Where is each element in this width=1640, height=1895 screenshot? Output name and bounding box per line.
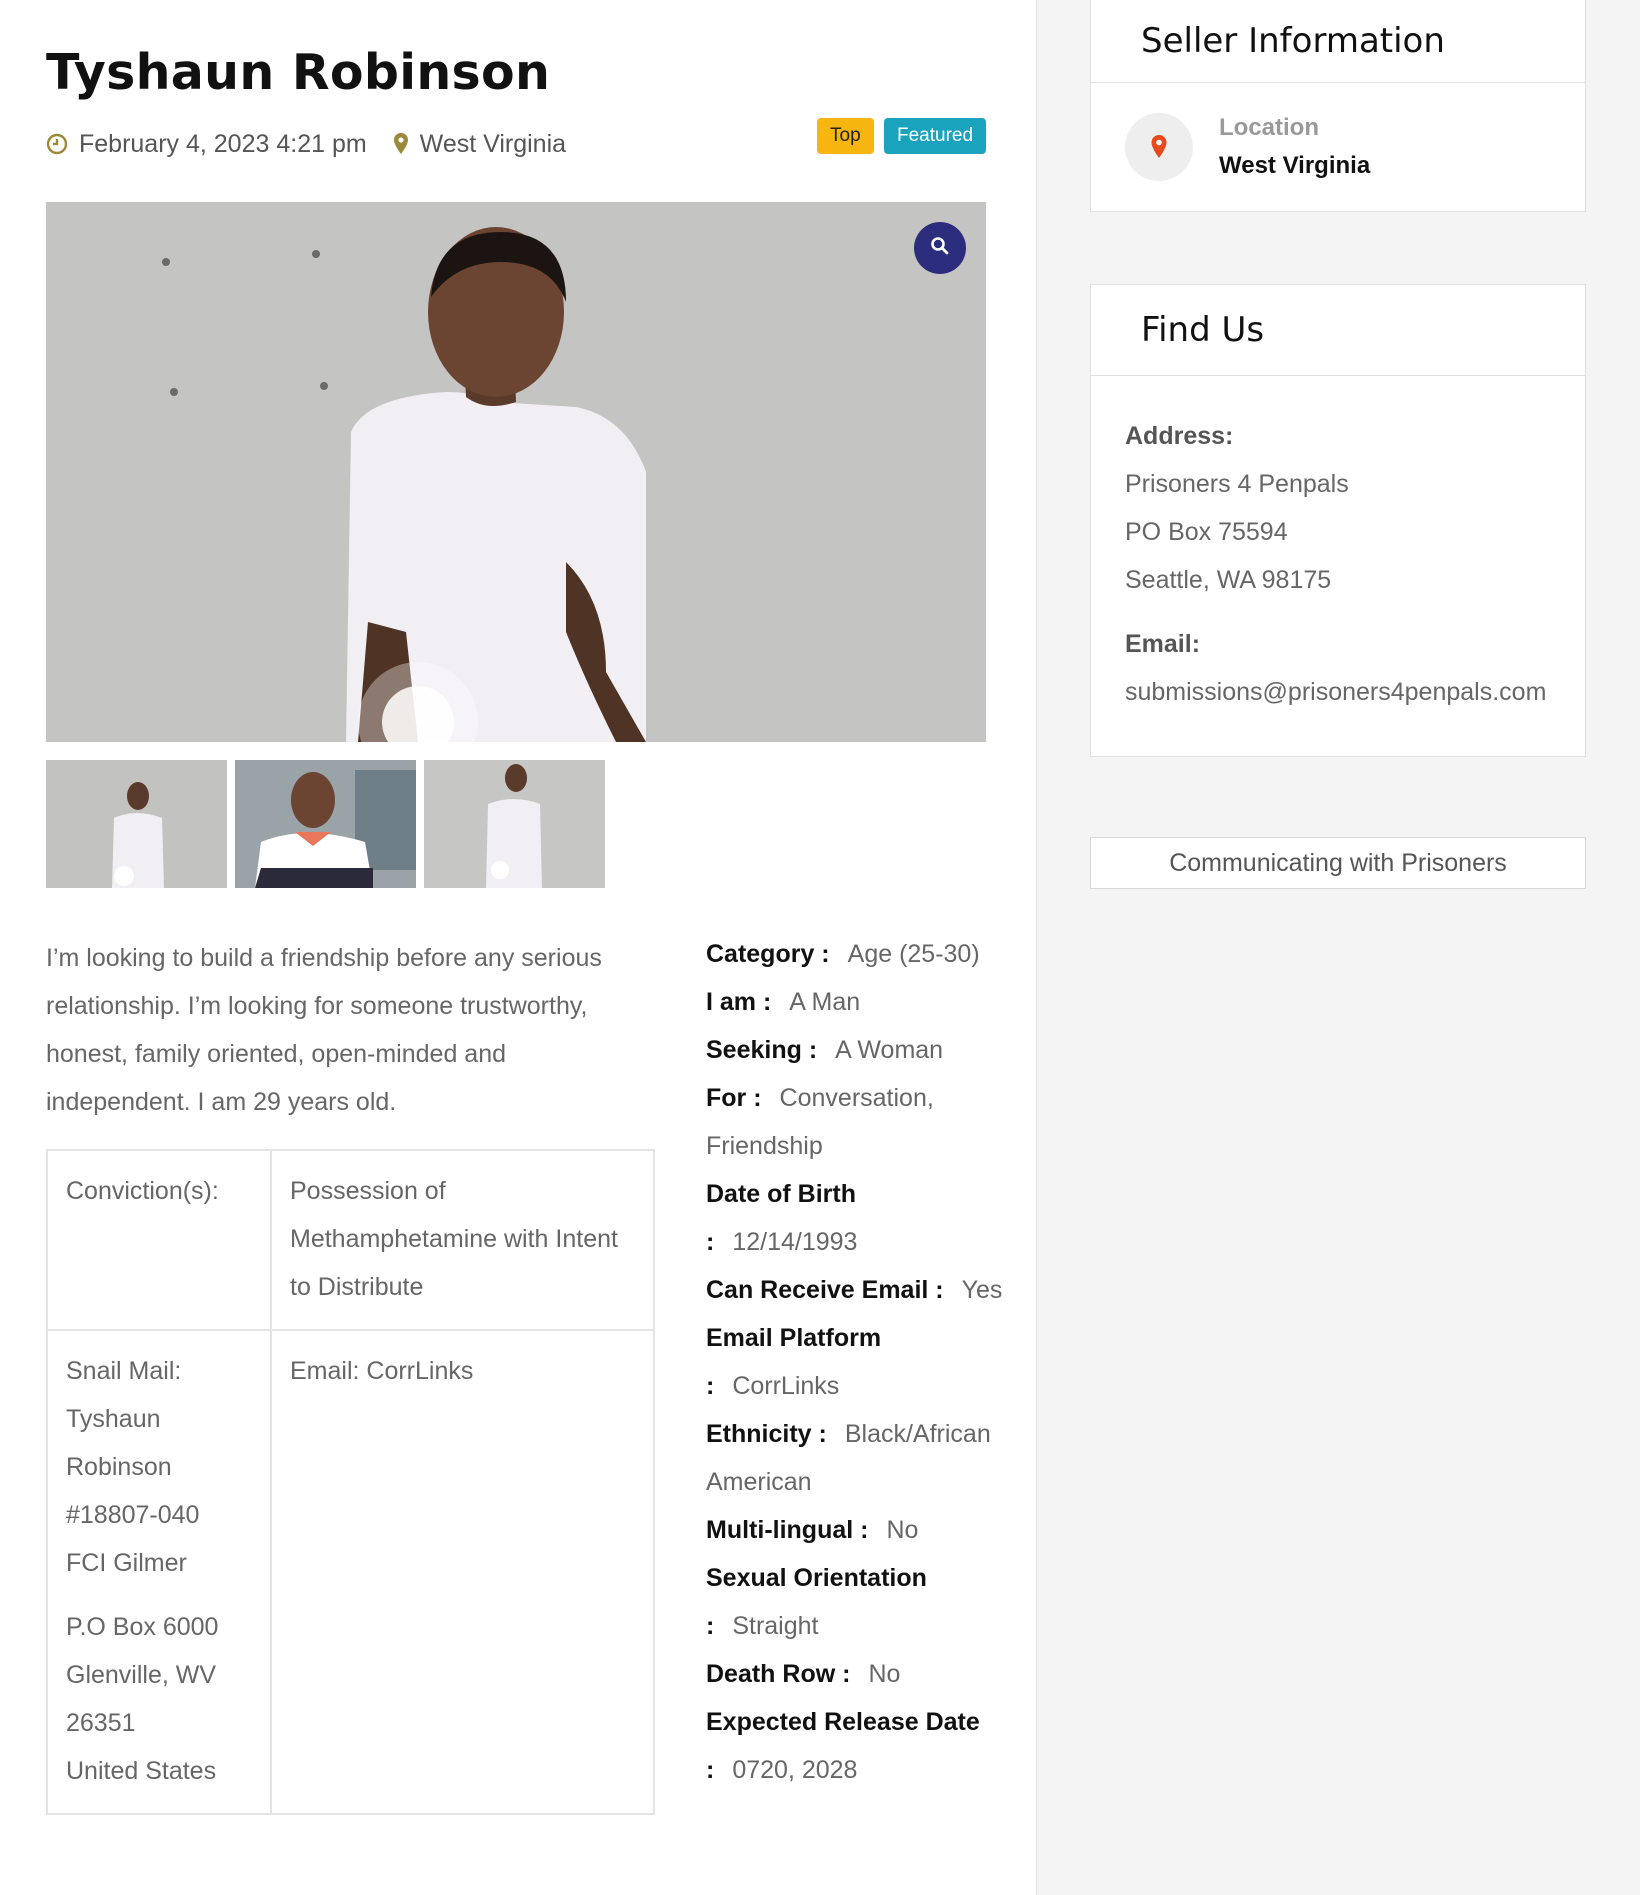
attribute-multilingual: Multi-lingual : No bbox=[706, 1506, 1006, 1554]
email-cell: Email: CorrLinks bbox=[270, 1329, 655, 1815]
snail-address: P.O Box 6000 Glenville, WV 26351 United … bbox=[66, 1603, 252, 1795]
attribute-label: For : bbox=[706, 1084, 762, 1112]
attribute-dob: Date of Birth :12/14/1993 bbox=[706, 1170, 1006, 1266]
post-date: February 4, 2023 4:21 pm bbox=[46, 130, 367, 159]
attribute-i-am: I am : A Man bbox=[706, 978, 1006, 1026]
attribute-label: Death Row : bbox=[706, 1660, 851, 1688]
attribute-category: Category : Age (25-30) bbox=[706, 930, 1006, 978]
attribute-value[interactable]: Age (25-30) bbox=[840, 940, 980, 968]
page-title: Tyshaun Robinson bbox=[46, 44, 551, 101]
seller-info-title: Seller Information bbox=[1091, 0, 1585, 83]
location-label: Location bbox=[1219, 114, 1319, 141]
seller-location: Location West Virginia bbox=[1091, 83, 1585, 211]
snail-address-line: P.O Box 6000 bbox=[66, 1613, 219, 1641]
badge-top[interactable]: Top bbox=[817, 118, 874, 154]
attribute-value: Straight bbox=[732, 1612, 819, 1640]
snail-mail-label: Snail Mail: bbox=[66, 1357, 182, 1385]
attribute-orientation: Sexual Orientation : Straight bbox=[706, 1554, 1006, 1650]
clock-icon bbox=[46, 133, 68, 155]
find-us-title: Find Us bbox=[1091, 285, 1585, 376]
post-location[interactable]: West Virginia bbox=[393, 130, 566, 159]
attribute-seeking: Seeking : A Woman bbox=[706, 1026, 1006, 1074]
badge-featured[interactable]: Featured bbox=[884, 118, 987, 154]
attribute-value: CorrLinks bbox=[732, 1372, 840, 1400]
snail-mail-cell: Snail Mail: Tyshaun Robinson #18807-040 … bbox=[46, 1329, 272, 1815]
attribute-value: A Woman bbox=[835, 1036, 944, 1064]
address-label: Address: bbox=[1125, 422, 1234, 450]
seller-info-card: Seller Information Location West Virgini… bbox=[1090, 0, 1586, 212]
find-us-body: Address: Prisoners 4 Penpals PO Box 7559… bbox=[1091, 376, 1585, 756]
attribute-value: No bbox=[868, 1660, 901, 1688]
listing-meta: February 4, 2023 4:21 pm West Virginia bbox=[46, 126, 592, 162]
email-link[interactable]: submissions@prisoners4penpals.com bbox=[1125, 668, 1551, 716]
conviction-label: Conviction(s): bbox=[46, 1149, 272, 1331]
attribute-value: 0720, 2028 bbox=[732, 1756, 858, 1784]
attribute-email-platform: Email Platform : CorrLinks bbox=[706, 1314, 1006, 1410]
conviction-value: Possession of Methamphetamine with Inten… bbox=[270, 1149, 655, 1331]
address-line: Seattle, WA 98175 bbox=[1125, 566, 1332, 594]
attribute-receive-email: Can Receive Email : Yes bbox=[706, 1266, 1006, 1314]
thumbnail-strip bbox=[46, 760, 613, 888]
attribute-value: Yes bbox=[961, 1276, 1003, 1304]
address-line: Prisoners 4 Penpals bbox=[1125, 470, 1349, 498]
snail-address-line: Glenville, WV bbox=[66, 1661, 217, 1689]
attribute-value: A Man bbox=[789, 988, 861, 1016]
location-pin-icon bbox=[1125, 113, 1193, 181]
post-location-text: West Virginia bbox=[419, 129, 567, 158]
location-value: West Virginia bbox=[1219, 152, 1371, 179]
snail-address-line: United States bbox=[66, 1757, 217, 1785]
snail-line: Tyshaun bbox=[66, 1405, 161, 1433]
search-icon bbox=[930, 236, 950, 261]
attribute-for: For : Conversation, Friendship bbox=[706, 1074, 1006, 1170]
snail-line: #18807-040 bbox=[66, 1501, 200, 1529]
find-us-card: Find Us Address: Prisoners 4 Penpals PO … bbox=[1090, 284, 1586, 757]
snail-address-line: 26351 bbox=[66, 1709, 136, 1737]
attribute-label: Multi-lingual : bbox=[706, 1516, 869, 1544]
attribute-release-date: Expected Release Date :0720, 2028 bbox=[706, 1698, 1006, 1794]
attribute-death-row: Death Row : No bbox=[706, 1650, 1006, 1698]
snail-line: Robinson bbox=[66, 1453, 172, 1481]
listing-main: Tyshaun Robinson February 4, 2023 4:21 p… bbox=[0, 0, 1037, 1895]
thumbnail-2[interactable] bbox=[235, 760, 416, 888]
attribute-label: Ethnicity : bbox=[706, 1420, 827, 1448]
thumbnail-1[interactable] bbox=[46, 760, 227, 888]
snail-line: FCI Gilmer bbox=[66, 1549, 187, 1577]
table-row: Conviction(s): Possession of Methampheta… bbox=[46, 1149, 655, 1331]
attribute-label: Category : bbox=[706, 940, 830, 968]
communicating-link[interactable]: Communicating with Prisoners bbox=[1090, 837, 1586, 889]
attribute-label: Can Receive Email : bbox=[706, 1276, 944, 1304]
details-table: Conviction(s): Possession of Methampheta… bbox=[46, 1149, 655, 1815]
table-row: Snail Mail: Tyshaun Robinson #18807-040 … bbox=[46, 1329, 655, 1815]
listing-description: I’m looking to build a friendship before… bbox=[46, 944, 602, 1116]
map-pin-icon bbox=[393, 132, 409, 156]
email-label: Email: bbox=[1125, 630, 1201, 658]
post-date-text: February 4, 2023 4:21 pm bbox=[79, 129, 367, 158]
attribute-list: Category : Age (25-30) I am : A Man Seekin… bbox=[706, 930, 1006, 1794]
address-line: PO Box 75594 bbox=[1125, 518, 1288, 546]
attribute-ethnicity: Ethnicity : Black/African American bbox=[706, 1410, 1006, 1506]
attribute-label: I am : bbox=[706, 988, 772, 1016]
zoom-button[interactable] bbox=[914, 222, 966, 274]
portrait-image bbox=[46, 202, 986, 742]
attribute-value: No bbox=[886, 1516, 919, 1544]
attribute-label: Seeking : bbox=[706, 1036, 818, 1064]
attribute-value: 12/14/1993 bbox=[732, 1228, 858, 1256]
main-photo[interactable] bbox=[46, 202, 986, 742]
thumbnail-3[interactable] bbox=[424, 760, 605, 888]
